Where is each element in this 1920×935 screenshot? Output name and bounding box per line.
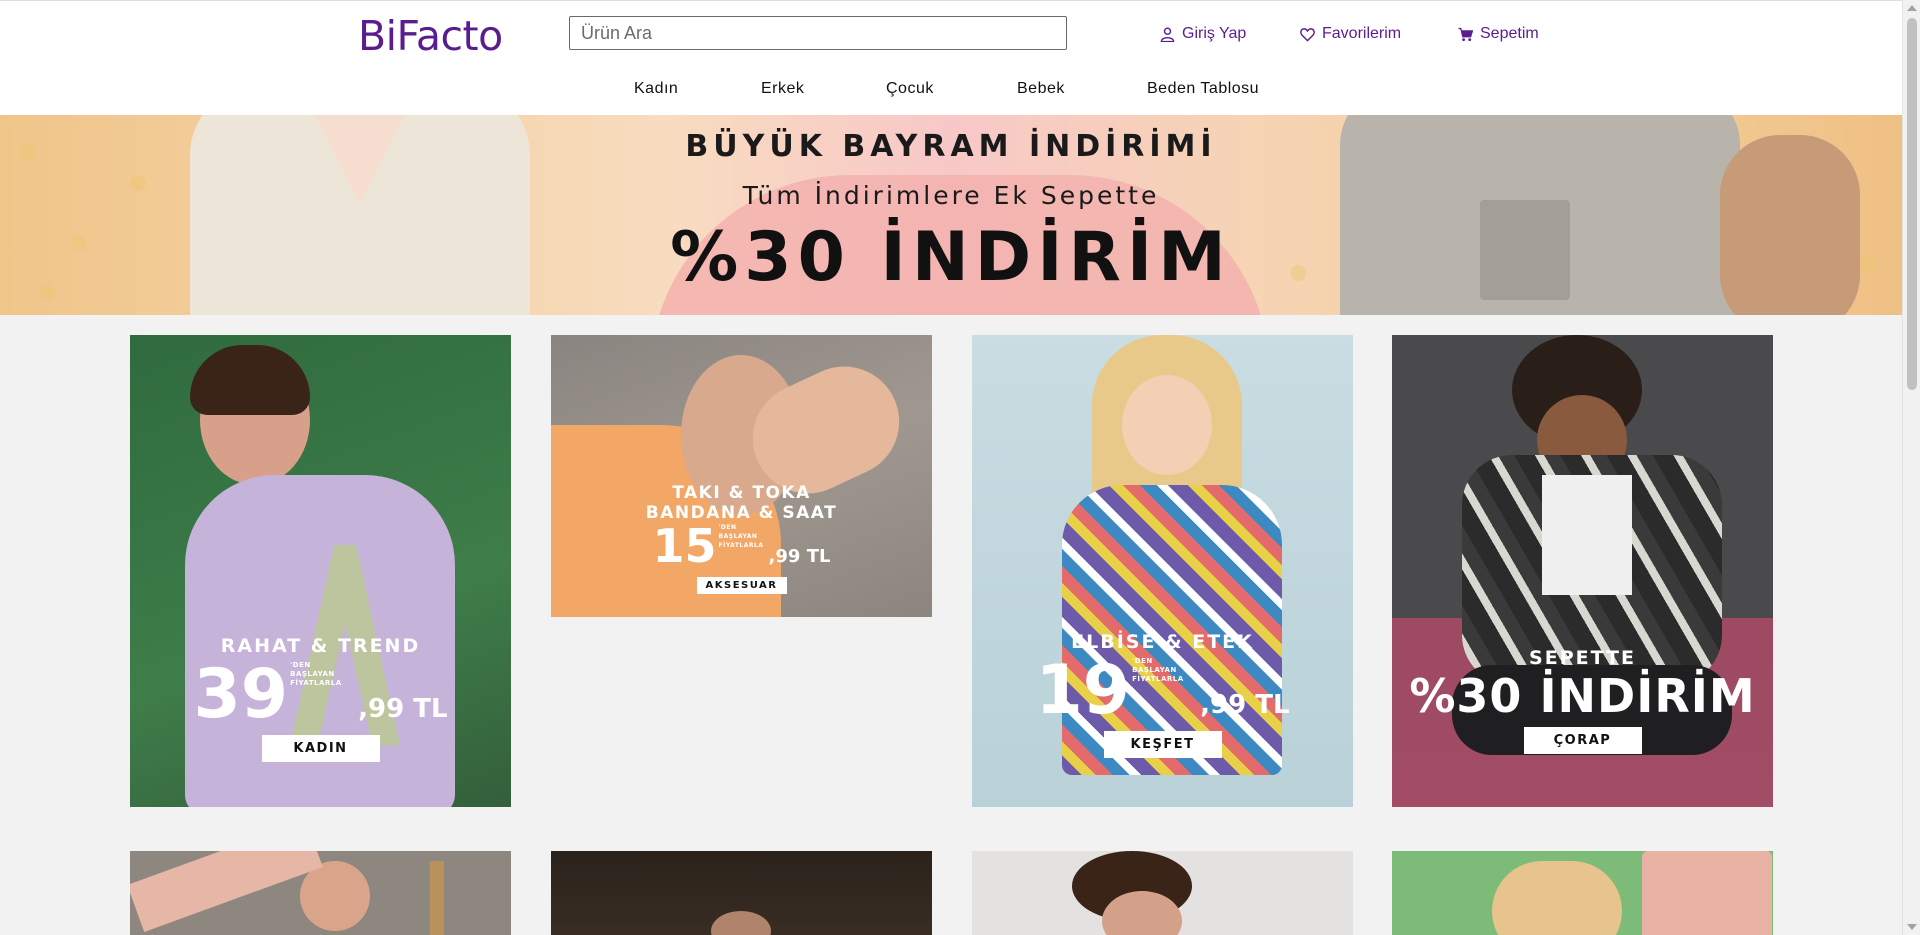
scroll-down-arrow-icon[interactable]	[1907, 924, 1917, 930]
login-link[interactable]: Giriş Yap	[1160, 23, 1246, 45]
cart-icon	[1458, 27, 1473, 41]
promo-headline: %30 İNDİRİM	[1409, 669, 1756, 723]
promo-card-row2-4[interactable]	[1392, 851, 1773, 935]
promo-card-row2-2[interactable]	[551, 851, 932, 935]
page: BiFacto Giriş Yap Favorilerim Sepetim Ka…	[0, 0, 1902, 935]
promo-card-row2-3[interactable]	[972, 851, 1353, 935]
promo-button-aksesuar[interactable]: AKSESUAR	[696, 577, 787, 594]
nav-item-kadin[interactable]: Kadın	[634, 80, 678, 98]
hero-title: BÜYÜK BAYRAM İNDİRİMİ	[685, 129, 1217, 164]
promo-heading-2: BANDANA & SAAT	[645, 503, 838, 523]
promo-card-women[interactable]: RAHAT & TREND 39 'DEN BAŞLAYAN FİYATLARLA…	[130, 335, 511, 807]
hero-banner[interactable]: BÜYÜK BAYRAM İNDİRİMİ Tüm İndirimlere Ek…	[0, 115, 1902, 315]
promo-card-socks[interactable]: SEPETTE %30 İNDİRİM ÇORAP	[1392, 335, 1773, 807]
site-header: BiFacto Giriş Yap Favorilerim Sepetim Ka…	[0, 0, 1902, 116]
hero-discount: %30 İNDİRİM	[670, 218, 1232, 297]
nav-item-cocuk[interactable]: Çocuk	[886, 80, 934, 98]
user-icon	[1160, 27, 1175, 42]
prop	[430, 861, 444, 935]
promo-heading: RAHAT & TREND	[220, 635, 421, 657]
heart-icon	[1300, 27, 1315, 42]
model-head	[300, 861, 370, 931]
bag	[1642, 851, 1772, 935]
promo-button-corap[interactable]: ÇORAP	[1523, 727, 1642, 754]
promo-button-kadin[interactable]: KADIN	[261, 735, 380, 762]
promo-button-kesfet[interactable]: KEŞFET	[1103, 731, 1222, 758]
promo-price: 39 'DEN BAŞLAYAN FİYATLARLA,99 TL	[193, 655, 448, 734]
scrollbar-thumb[interactable]	[1907, 18, 1917, 390]
nav-item-beden-tablosu[interactable]: Beden Tablosu	[1147, 80, 1259, 98]
hero-subtitle: Tüm İndirimlere Ek Sepette	[742, 181, 1160, 210]
login-label: Giriş Yap	[1182, 25, 1247, 42]
cart-label: Sepetim	[1480, 25, 1539, 42]
promo-price: 15 'DEN BAŞLAYAN FİYATLARLA,99 TL	[652, 519, 831, 573]
model-tshirt	[1542, 475, 1632, 595]
favorites-link[interactable]: Favorilerim	[1300, 23, 1401, 45]
promo-card-accessories[interactable]: TAKI & TOKA BANDANA & SAAT 15 'DEN BAŞLAY…	[551, 335, 932, 617]
promo-price: 19 'DEN BAŞLAYAN FİYATLARLA,99 TL	[1035, 651, 1290, 730]
promo-heading: ELBİSE & ETEK	[1071, 631, 1254, 653]
promo-card-kids[interactable]: ELBİSE & ETEK 19 'DEN BAŞLAYAN FİYATLARLA…	[972, 335, 1353, 807]
nav-item-bebek[interactable]: Bebek	[1017, 80, 1065, 98]
model-face	[1122, 375, 1212, 475]
search-input[interactable]	[569, 16, 1067, 50]
nav-item-erkek[interactable]: Erkek	[761, 80, 804, 98]
scroll-up-arrow-icon[interactable]	[1907, 5, 1917, 11]
promo-heading: SEPETTE	[1529, 647, 1636, 669]
cart-link[interactable]: Sepetim	[1458, 23, 1539, 45]
promo-card-row2-1[interactable]	[130, 851, 511, 935]
page-scrollbar[interactable]	[1902, 0, 1920, 935]
promo-heading-1: TAKI & TOKA	[672, 483, 811, 503]
favorites-label: Favorilerim	[1322, 25, 1402, 42]
model-head	[1492, 861, 1622, 935]
site-logo[interactable]: BiFacto	[358, 13, 503, 59]
